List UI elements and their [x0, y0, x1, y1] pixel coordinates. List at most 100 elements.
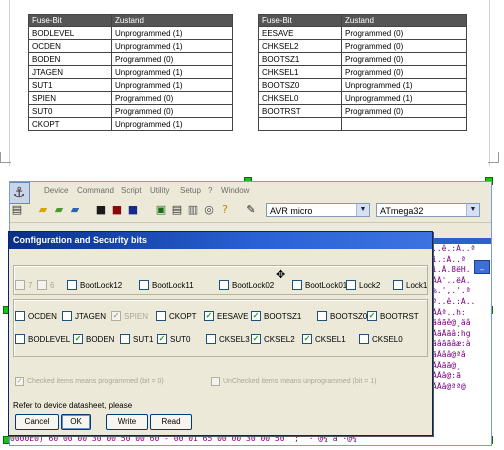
setup-icon[interactable]: ✎	[244, 203, 258, 217]
checkbox-label: OCDEN	[28, 311, 57, 321]
checkbox-jtagen[interactable]: JTAGEN	[62, 310, 106, 322]
checkbox-label: EESAVE	[217, 311, 249, 321]
table-row: BOOTSZ1 Programmed (0)	[258, 52, 467, 66]
ok-button[interactable]: OK	[61, 414, 91, 430]
save-program-icon[interactable]: ■	[110, 203, 124, 217]
checkbox-ckopt[interactable]: CKOPT	[156, 310, 197, 322]
checkmark-icon: ✓	[15, 377, 24, 386]
table-row: SUT1 Unprogrammed (1)	[28, 78, 233, 92]
checkbox-label: CKOPT	[169, 311, 197, 321]
checkbox-lock2[interactable]: Lock2	[346, 279, 380, 291]
menu-utility[interactable]: Utility	[150, 186, 170, 195]
checkbox-cksel0[interactable]: CKSEL0	[359, 333, 403, 345]
checkbox-label: CKSEL1	[315, 334, 346, 344]
checkbox-cksel3[interactable]: CKSEL3	[206, 333, 250, 345]
cancel-button[interactable]: Cancel	[15, 414, 59, 430]
table-row: CHKSEL0 Unprogrammed (1)	[258, 91, 467, 105]
checkbox-lock1[interactable]: Lock1	[393, 279, 427, 291]
menu-setup[interactable]: Setup	[180, 186, 201, 195]
open-program-icon[interactable]: ▰	[52, 203, 66, 217]
checkbox-sut0[interactable]: ✓ SUT0	[157, 333, 190, 345]
device-value: ATmega32	[380, 206, 424, 216]
menu-device[interactable]: Device	[44, 186, 68, 195]
checkbox-label: BootLock02	[232, 280, 275, 290]
checkbox-bootlock01[interactable]: BootLock01	[292, 279, 347, 291]
menu-command[interactable]: Command	[77, 186, 114, 195]
checkbox-label: 7	[28, 280, 33, 290]
checkbox-spien: ✓ SPIEN	[111, 310, 148, 322]
checkmark-icon: ✓	[251, 311, 261, 321]
zoom-icon[interactable]: ◎	[202, 203, 216, 217]
open-folder-icon[interactable]: ▰	[36, 203, 50, 217]
table-row: BOOTSZ0 Unprogrammed (1)	[258, 78, 467, 92]
table-row: CHKSEL2 Programmed (0)	[258, 39, 467, 53]
hex-ascii-line: ª..ê.:Á..	[432, 296, 476, 306]
open-data-icon[interactable]: ▰	[68, 203, 82, 217]
menu-help[interactable]: ?	[208, 186, 212, 195]
programmer-select[interactable]: AVR micro ▼	[266, 203, 370, 217]
new-icon[interactable]: ▤	[10, 203, 24, 217]
checkmark-icon: ✓	[251, 334, 261, 344]
fuse-bit-cell: OCDEN	[28, 39, 112, 53]
legend-unchecked: UnChecked items means unprogrammed (bit …	[211, 377, 376, 386]
help-icon[interactable]: ?	[218, 203, 232, 217]
table-row: SUT0 Programmed (0)	[28, 104, 233, 118]
reload-icon[interactable]: ▣	[154, 203, 168, 217]
config-security-dialog: Configuration and Security bits 7 6 BootLo…	[8, 231, 433, 436]
menu-script[interactable]: Script	[121, 186, 141, 195]
zustand-cell: Unprogrammed (1)	[111, 78, 233, 92]
zustand-cell: Programmed (0)	[341, 26, 467, 40]
checkbox-cksel1[interactable]: ✓ CKSEL1	[302, 333, 346, 345]
hex-ascii-line: ÃÃ'..ëÃ.	[432, 275, 471, 285]
refer-datasheet-text: Refer to device datasheet, please	[13, 401, 133, 410]
checkmark-icon: ✓	[367, 311, 377, 321]
chevron-down-icon[interactable]: ▼	[356, 204, 369, 216]
hex-dump-ascii: ..ê.:Á..ª i.:Á..ª i.Â.8ëH. ÃÃ'..ëÃ. %.',.'.ª…	[432, 244, 491, 444]
zustand-cell: Programmed (0)	[111, 91, 233, 105]
fuse-bit-cell: CHKSEL2	[258, 39, 342, 53]
checkbox-bootsz1[interactable]: ✓ BOOTSZ1	[251, 310, 301, 322]
edit-icon[interactable]: ▤	[170, 203, 184, 217]
programmer-value: AVR micro	[270, 206, 313, 216]
checkbox-bootlock02[interactable]: BootLock02	[219, 279, 274, 291]
save-data-icon[interactable]: ■	[126, 203, 140, 217]
window-minimize-button[interactable]: _	[474, 260, 490, 274]
hex-ascii-line: ÃÃª..h:	[432, 307, 466, 317]
checkmark-icon: ✓	[157, 334, 167, 344]
checkbox-eesave[interactable]: ✓ EESAVE	[204, 310, 248, 322]
checkmark-icon: ✓	[204, 311, 214, 321]
header-fuse-bit: Fuse-Bit	[28, 14, 112, 27]
empty-box-icon	[206, 334, 216, 344]
fuse-bit-cell: JTAGEN	[28, 65, 112, 79]
empty-box-icon	[37, 280, 47, 290]
empty-box-icon	[156, 311, 166, 321]
read-button[interactable]: Read	[150, 414, 192, 430]
checkbox-bootrst[interactable]: ✓ BOOTRST	[367, 310, 419, 322]
checkbox-label: CKSEL2	[264, 334, 295, 344]
checkbox-bodlevel[interactable]: BODLEVEL	[15, 333, 70, 345]
empty-box-icon	[211, 377, 220, 386]
chevron-down-icon[interactable]: ▼	[466, 204, 479, 216]
header-fuse-bit: Fuse-Bit	[258, 14, 342, 27]
empty-box-icon	[62, 311, 72, 321]
zustand-cell: Programmed (0)	[341, 104, 467, 118]
write-button[interactable]: Write	[106, 414, 148, 430]
checkbox-boden[interactable]: ✓ BODEN	[73, 333, 114, 345]
zustand-cell: Programmed (0)	[111, 104, 233, 118]
fuse-bit-cell: BODEN	[28, 52, 112, 66]
checkbox-bootlock11[interactable]: BootLock11	[139, 279, 194, 291]
print-icon[interactable]: ▥	[186, 203, 200, 217]
checkbox-bootsz0[interactable]: BOOTSZ0	[317, 310, 367, 322]
checkbox-label: SUT0	[170, 334, 191, 344]
table-row: EESAVE Programmed (0)	[258, 26, 467, 40]
device-select[interactable]: ATmega32 ▼	[376, 203, 480, 217]
checkbox-sut1[interactable]: SUT1	[120, 333, 153, 345]
zustand-cell: Unprogrammed (1)	[341, 78, 467, 92]
checkbox-ocden[interactable]: OCDEN	[15, 310, 57, 322]
checkbox-cksel2[interactable]: ✓ CKSEL2	[251, 333, 295, 345]
move-cursor-icon: ✥	[276, 268, 286, 281]
menu-window[interactable]: Window	[221, 186, 249, 195]
checkbox-bootlock12[interactable]: BootLock12	[67, 279, 122, 291]
save-icon[interactable]: ■	[94, 203, 108, 217]
checkbox-label: BODLEVEL	[28, 334, 71, 344]
